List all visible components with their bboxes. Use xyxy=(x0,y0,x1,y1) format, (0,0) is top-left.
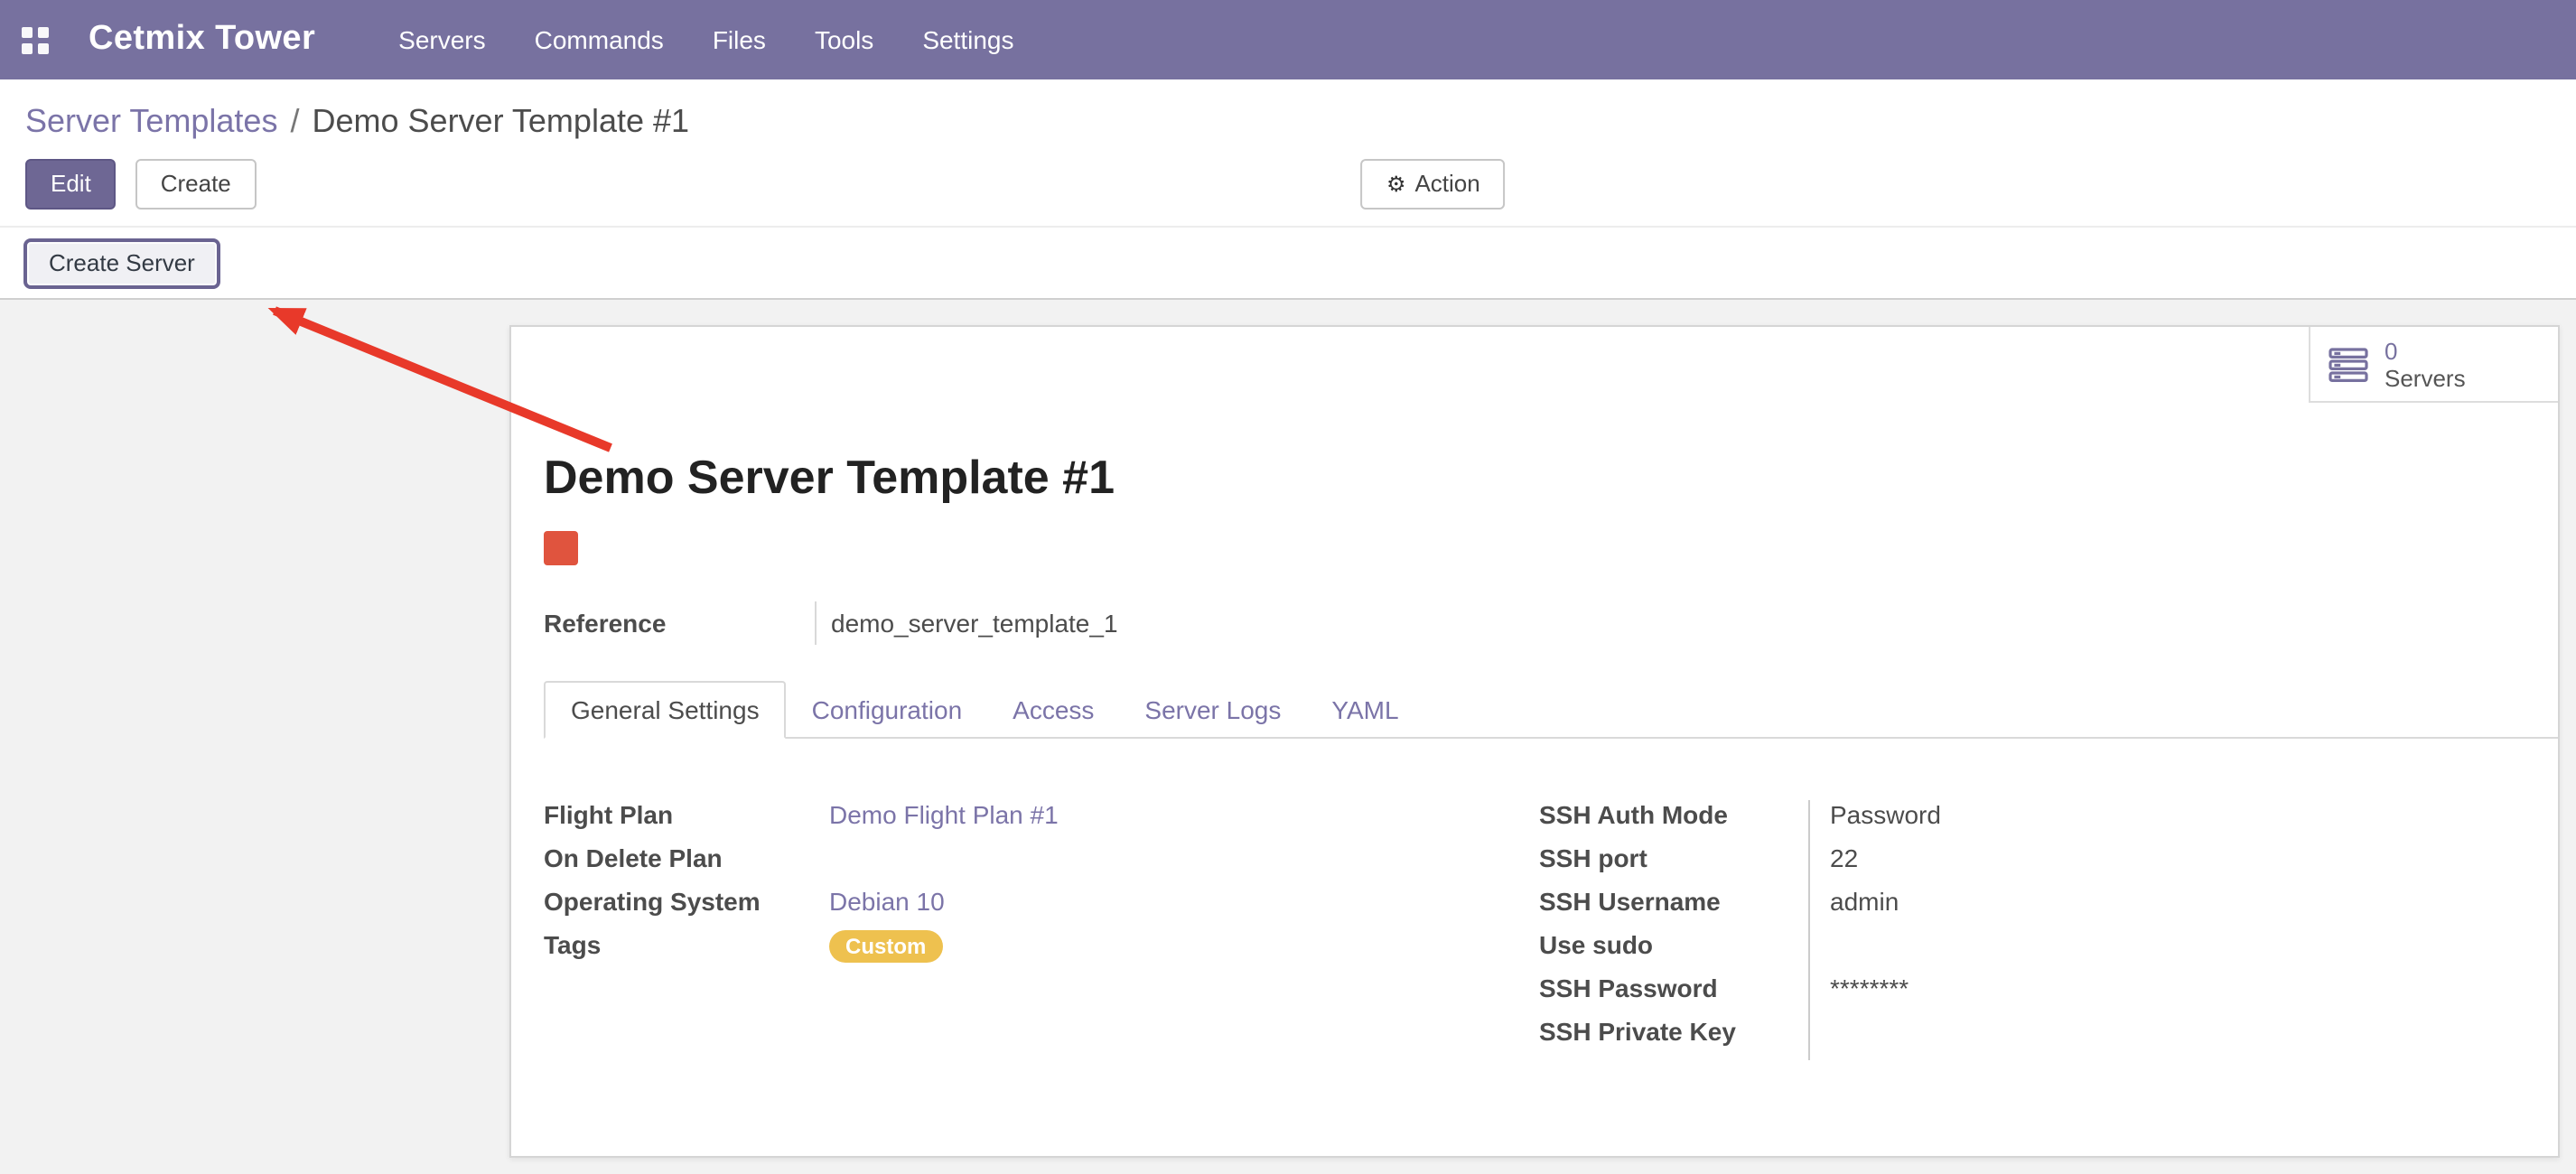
servers-stat-icon xyxy=(2329,346,2370,382)
nav-item-servers[interactable]: Servers xyxy=(398,25,485,54)
ssh-private-key-label: SSH Private Key xyxy=(1539,1017,1808,1060)
use-sudo-value xyxy=(1830,930,2206,974)
servers-stat-button[interactable]: 0 Servers xyxy=(2309,327,2558,403)
on-delete-plan-value xyxy=(829,843,1059,887)
ssh-port-value: 22 xyxy=(1830,843,2206,887)
reference-value: demo_server_template_1 xyxy=(815,601,1118,645)
top-navbar: Cetmix Tower Servers Commands Files Tool… xyxy=(0,0,2576,79)
right-field-labels: SSH Auth Mode SSH port SSH Username Use … xyxy=(1539,800,1808,1060)
record-title: Demo Server Template #1 xyxy=(544,450,2558,506)
reference-field-row: Reference demo_server_template_1 xyxy=(544,601,2558,645)
nav-item-files[interactable]: Files xyxy=(713,25,766,54)
ssh-password-value: ******** xyxy=(1830,974,2206,1017)
ssh-password-label: SSH Password xyxy=(1539,974,1808,1017)
breadcrumb-parent-link[interactable]: Server Templates xyxy=(25,103,277,139)
tag-badge-custom: Custom xyxy=(829,930,942,963)
ssh-auth-mode-label: SSH Auth Mode xyxy=(1539,800,1808,843)
servers-stat-text: 0 Servers xyxy=(2385,337,2466,391)
create-button[interactable]: Create xyxy=(135,159,257,210)
on-delete-plan-label: On Delete Plan xyxy=(544,843,815,887)
ssh-username-label: SSH Username xyxy=(1539,887,1808,930)
tab-server-logs[interactable]: Server Logs xyxy=(1119,683,1306,737)
gear-icon: ⚙ xyxy=(1386,172,1406,197)
tab-yaml[interactable]: YAML xyxy=(1306,683,1423,737)
flight-plan-value-link[interactable]: Demo Flight Plan #1 xyxy=(829,800,1059,829)
tab-general-settings[interactable]: General Settings xyxy=(544,681,787,739)
nav-item-settings[interactable]: Settings xyxy=(922,25,1013,54)
control-panel-buttons: Edit Create ⚙ Action xyxy=(25,159,2576,210)
right-field-values: Password 22 admin ******** xyxy=(1808,800,2206,1060)
form-sheet: 0 Servers Demo Server Template #1 Refere… xyxy=(509,325,2560,1158)
field-groups: Flight Plan On Delete Plan Operating Sys… xyxy=(544,800,2558,1060)
left-field-labels: Flight Plan On Delete Plan Operating Sys… xyxy=(544,800,815,1060)
servers-stat-count: 0 xyxy=(2385,337,2466,364)
action-button-label: Action xyxy=(1414,170,1479,197)
brand-title[interactable]: Cetmix Tower xyxy=(89,20,315,60)
operating-system-value-link[interactable]: Debian 10 xyxy=(829,887,945,916)
breadcrumb-current: Demo Server Template #1 xyxy=(313,103,690,139)
edit-button[interactable]: Edit xyxy=(25,159,117,210)
tab-access[interactable]: Access xyxy=(987,683,1119,737)
button-box: 0 Servers xyxy=(511,327,2558,403)
use-sudo-label: Use sudo xyxy=(1539,930,1808,974)
main-menu: Servers Commands Files Tools Settings xyxy=(398,25,1062,54)
ssh-port-label: SSH port xyxy=(1539,843,1808,887)
notebook-tabs: General Settings Configuration Access Se… xyxy=(544,681,2558,739)
content-area: 0 Servers Demo Server Template #1 Refere… xyxy=(0,300,2576,1174)
tab-configuration[interactable]: Configuration xyxy=(787,683,988,737)
left-field-group: Flight Plan On Delete Plan Operating Sys… xyxy=(544,800,1539,1060)
servers-stat-label: Servers xyxy=(2385,364,2466,391)
right-field-group: SSH Auth Mode SSH port SSH Username Use … xyxy=(1539,800,2206,1060)
ssh-auth-mode-value: Password xyxy=(1830,800,2206,843)
screen: Cetmix Tower Servers Commands Files Tool… xyxy=(0,0,2576,1174)
apps-grid-icon[interactable] xyxy=(22,26,49,53)
nav-item-tools[interactable]: Tools xyxy=(815,25,873,54)
operating-system-label: Operating System xyxy=(544,887,815,930)
color-swatch xyxy=(544,531,578,565)
status-bar: Create Server xyxy=(0,226,2576,300)
ssh-username-value: admin xyxy=(1830,887,2206,930)
create-server-button[interactable]: Create Server xyxy=(23,238,220,289)
reference-label: Reference xyxy=(544,601,815,645)
action-button[interactable]: ⚙ Action xyxy=(1361,159,1506,210)
left-field-values: Demo Flight Plan #1 Debian 10 Custom xyxy=(815,800,1059,1060)
ssh-private-key-value xyxy=(1830,1017,2206,1060)
flight-plan-label: Flight Plan xyxy=(544,800,815,843)
breadcrumb: Server Templates / Demo Server Template #1 xyxy=(0,79,2576,143)
tags-label: Tags xyxy=(544,930,815,974)
breadcrumb-separator: / xyxy=(290,103,299,139)
nav-item-commands[interactable]: Commands xyxy=(535,25,664,54)
